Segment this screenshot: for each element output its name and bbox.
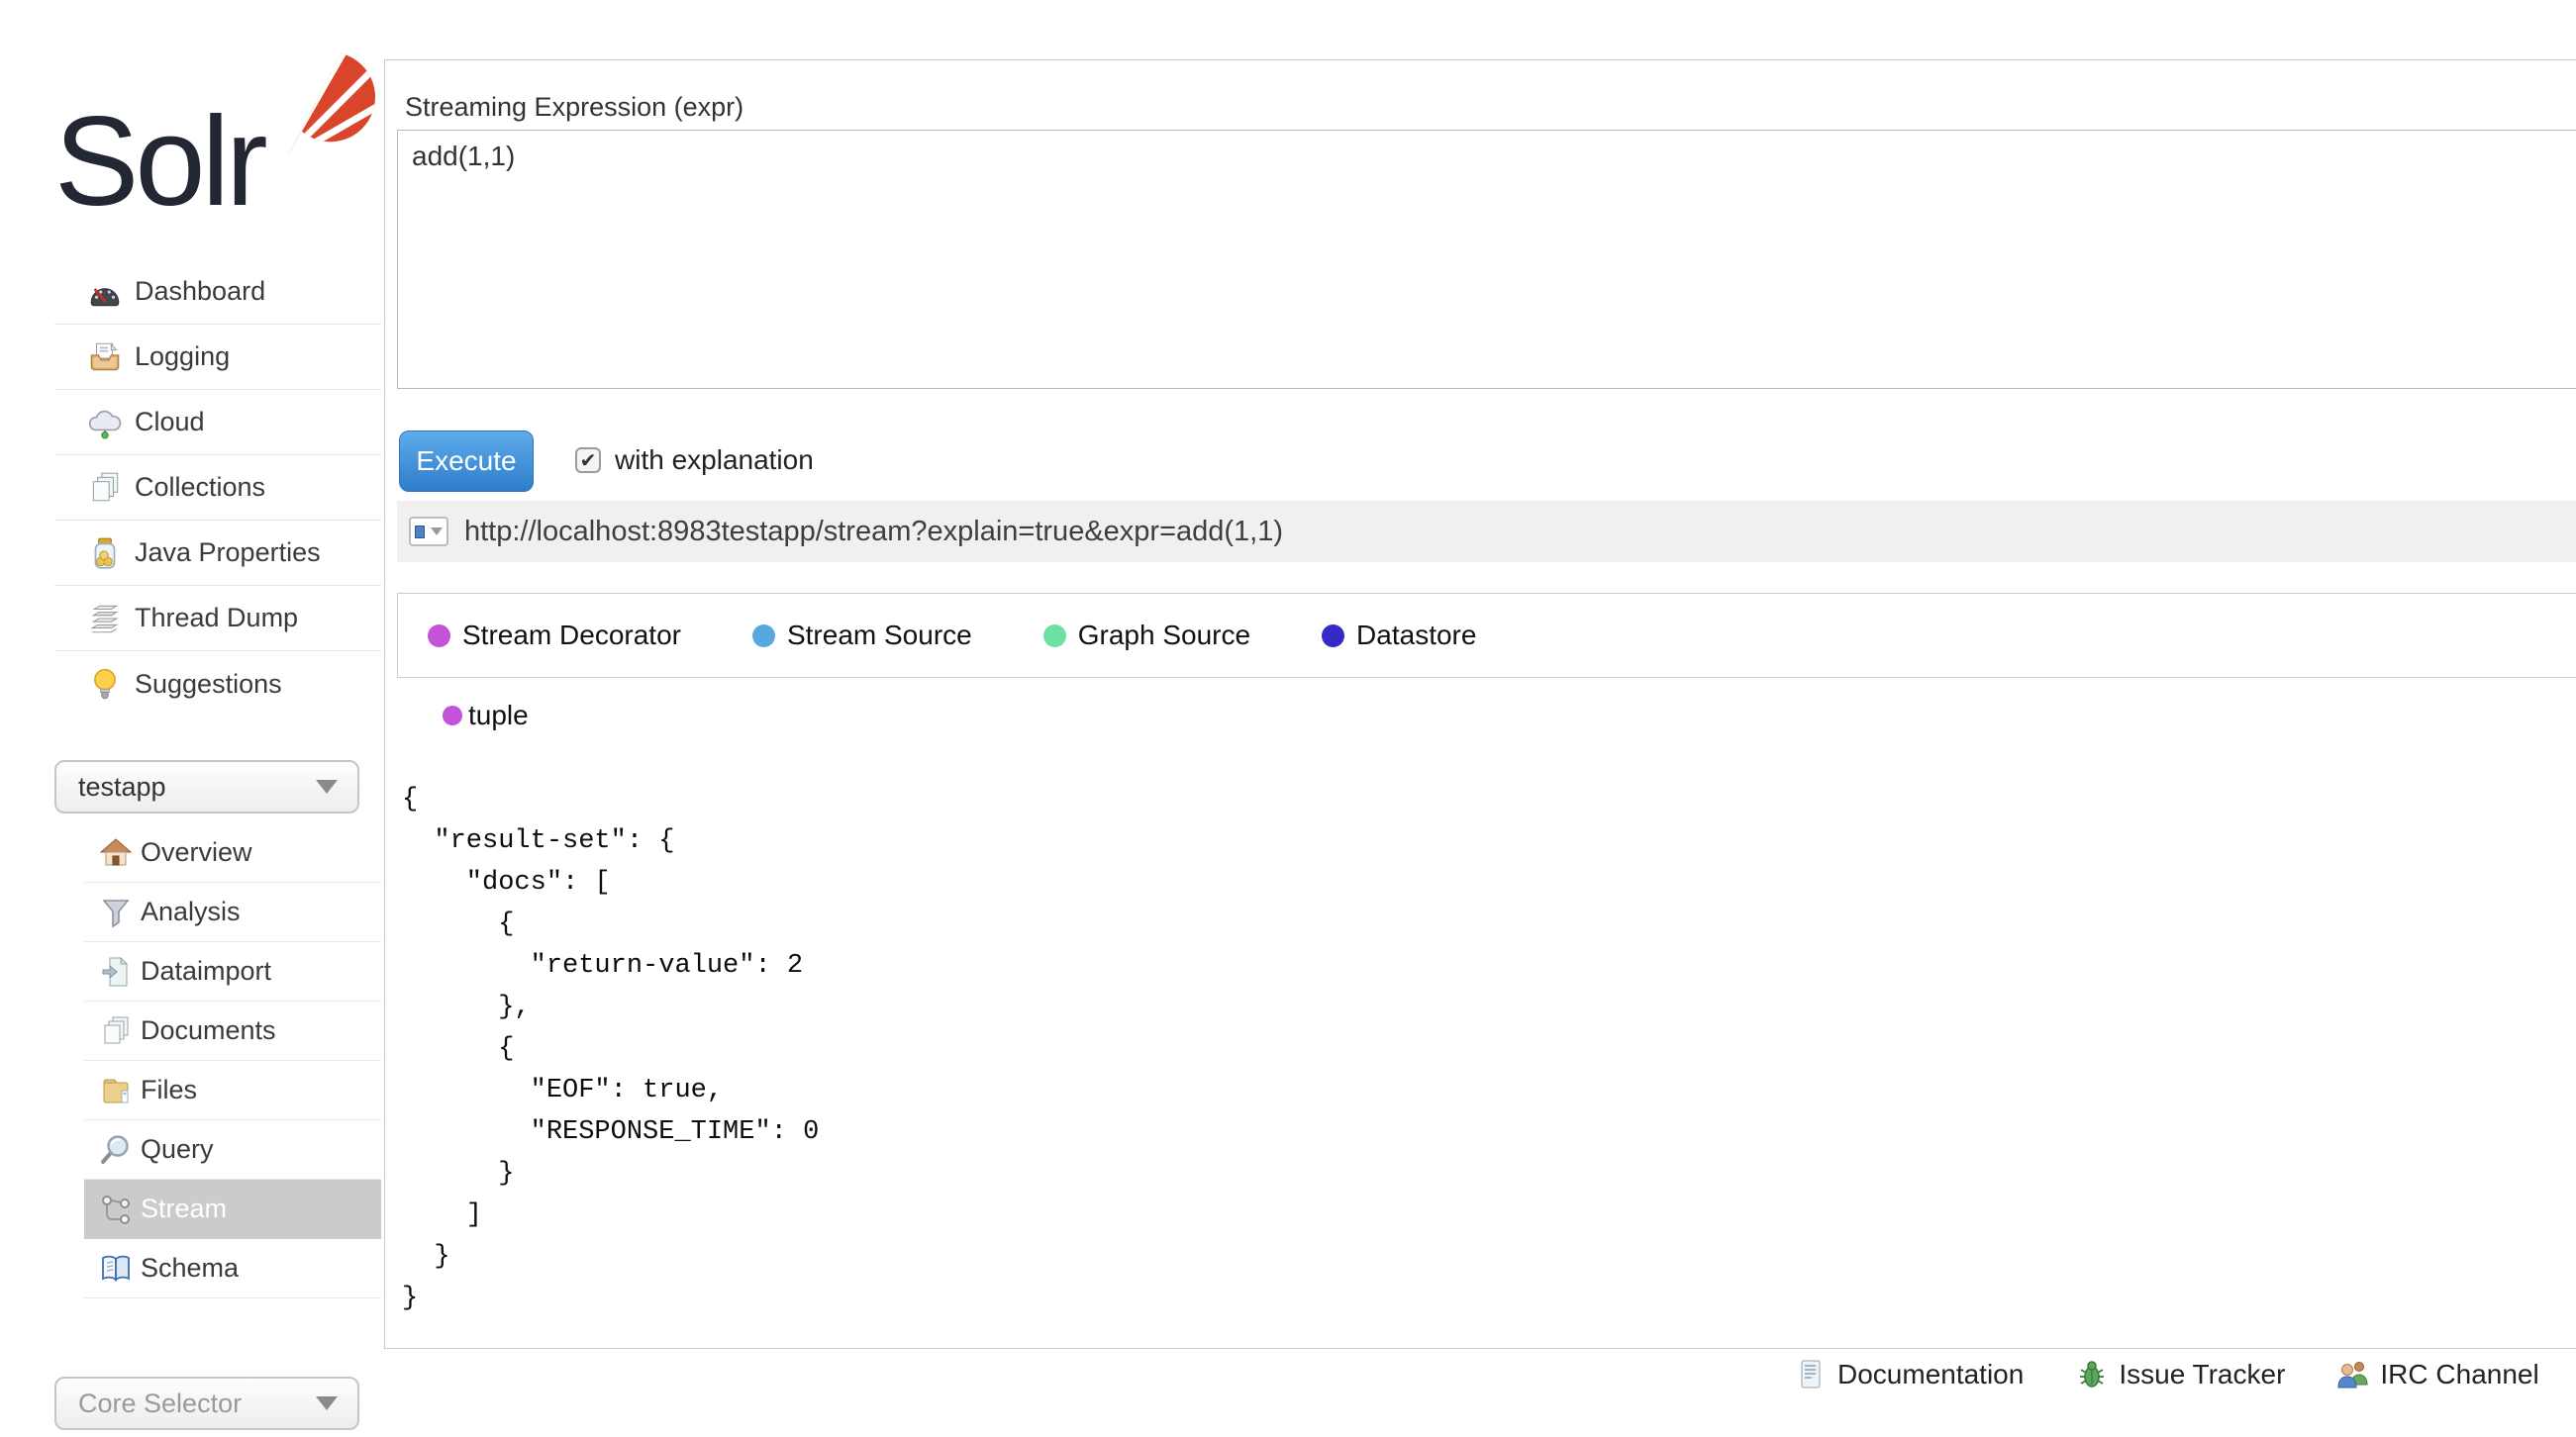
core-menu-item-schema[interactable]: Schema (84, 1239, 381, 1298)
collections-icon (87, 470, 123, 506)
sidebar-item-label: Cloud (135, 407, 205, 437)
explanation-node-label: tuple (468, 700, 529, 731)
core-dropdown-value: testapp (78, 772, 166, 803)
legend-item-graph-source: Graph Source (1043, 620, 1250, 651)
core-dropdown[interactable]: testapp (54, 760, 359, 814)
footer-link-label: Issue Tracker (2119, 1359, 2285, 1390)
sidebar-item-label: Logging (135, 341, 230, 372)
core-selector-dropdown[interactable]: Core Selector (54, 1377, 359, 1430)
schema-icon (99, 1252, 133, 1286)
request-url-bar: http://localhost:8983testapp/stream?expl… (397, 501, 2576, 562)
sidebar-item-label: Java Properties (135, 537, 321, 568)
chevron-down-icon (316, 780, 338, 794)
sidebar-item-java-properties[interactable]: Java Properties (54, 521, 381, 586)
datastore-dot-icon (1322, 624, 1344, 647)
core-selector-label: Core Selector (78, 1389, 242, 1419)
sidebar-item-label: Collections (135, 472, 265, 503)
sidebar-item-dashboard[interactable]: Dashboard (54, 259, 381, 325)
legend-label: Datastore (1356, 620, 1476, 651)
irc-channel-icon (2336, 1358, 2370, 1391)
solr-logo[interactable]: Solr (54, 48, 381, 226)
footer-link-label: IRC Channel (2380, 1359, 2538, 1390)
core-menu-item-overview[interactable]: Overview (84, 823, 381, 883)
sidebar-item-cloud[interactable]: Cloud (54, 390, 381, 455)
sidebar-core-menu: Overview Analysis Dataimport Documents (84, 823, 381, 1298)
core-menu-item-label: Schema (141, 1253, 239, 1284)
analysis-icon (99, 896, 133, 929)
solr-sunburst-icon (280, 48, 397, 164)
query-icon (99, 1133, 133, 1167)
core-menu-item-label: Analysis (141, 897, 241, 927)
solr-logo-text: Solr (54, 89, 264, 235)
core-menu-item-analysis[interactable]: Analysis (84, 883, 381, 942)
legend-label: Graph Source (1078, 620, 1250, 651)
sidebar-item-suggestions[interactable]: Suggestions (54, 651, 381, 717)
thread-dump-icon (87, 601, 123, 636)
dataimport-icon (99, 955, 133, 989)
chevron-down-icon (431, 527, 443, 535)
stream-source-dot-icon (752, 624, 775, 647)
legend-item-datastore: Datastore (1322, 620, 1476, 651)
tuple-dot-icon (443, 706, 462, 725)
core-menu-item-label: Stream (141, 1194, 227, 1224)
expression-input[interactable]: add(1,1) (397, 130, 2576, 389)
legend-item-stream-source: Stream Source (752, 620, 972, 651)
overview-icon (99, 836, 133, 870)
url-icon-square (415, 526, 425, 538)
sidebar-main-menu: Dashboard Logging Cloud Collections (54, 259, 381, 717)
footer-link-documentation[interactable]: Documentation (1794, 1358, 2024, 1391)
sidebar-item-logging[interactable]: Logging (54, 325, 381, 390)
documents-icon (99, 1014, 133, 1048)
core-menu-item-stream[interactable]: Stream (84, 1180, 381, 1239)
with-explanation-label: with explanation (615, 444, 814, 476)
footer-link-label: Documentation (1837, 1359, 2024, 1390)
footer-link-irc-channel[interactable]: IRC Channel (2336, 1358, 2538, 1391)
chevron-down-icon (316, 1396, 338, 1410)
sidebar-item-collections[interactable]: Collections (54, 455, 381, 521)
core-menu-item-label: Files (141, 1075, 197, 1105)
stream-decorator-dot-icon (428, 624, 450, 647)
core-menu-item-label: Documents (141, 1015, 276, 1046)
result-json-output: { "result-set": { "docs": [ { "return-va… (402, 779, 819, 1319)
footer-link-issue-tracker[interactable]: Issue Tracker (2075, 1358, 2285, 1391)
core-menu-item-label: Dataimport (141, 956, 271, 987)
cloud-icon (87, 405, 123, 440)
core-menu-item-files[interactable]: Files (84, 1061, 381, 1120)
with-explanation-option: ✔ with explanation (575, 444, 814, 476)
sidebar-item-thread-dump[interactable]: Thread Dump (54, 586, 381, 651)
expression-label: Streaming Expression (expr) (405, 92, 743, 123)
sidebar-item-label: Dashboard (135, 276, 265, 307)
legend-label: Stream Decorator (462, 620, 681, 651)
stream-panel: Streaming Expression (expr) add(1,1) Exe… (384, 59, 2576, 1349)
stream-legend: Stream Decorator Stream Source Graph Sou… (397, 593, 2576, 678)
footer-links: Documentation Issue Tracker IRC Channel (1794, 1358, 2539, 1391)
explanation-node-tuple[interactable]: tuple (443, 700, 529, 731)
core-menu-item-label: Overview (141, 837, 252, 868)
checkmark-icon: ✔ (580, 448, 597, 473)
execute-button[interactable]: Execute (399, 431, 534, 492)
core-menu-item-query[interactable]: Query (84, 1120, 381, 1180)
with-explanation-checkbox[interactable]: ✔ (575, 447, 601, 473)
logging-icon (87, 339, 123, 375)
legend-item-stream-decorator: Stream Decorator (428, 620, 681, 651)
core-menu-item-dataimport[interactable]: Dataimport (84, 942, 381, 1002)
suggestions-icon (87, 666, 123, 702)
core-menu-item-documents[interactable]: Documents (84, 1002, 381, 1061)
sidebar-item-label: Suggestions (135, 669, 282, 700)
legend-label: Stream Source (787, 620, 972, 651)
files-icon (99, 1074, 133, 1107)
issue-tracker-icon (2075, 1358, 2109, 1391)
dashboard-icon (87, 274, 123, 310)
sidebar-item-label: Thread Dump (135, 603, 298, 633)
documentation-icon (1794, 1358, 1828, 1391)
core-menu-item-label: Query (141, 1134, 214, 1165)
java-properties-icon (87, 535, 123, 571)
stream-icon (99, 1193, 133, 1226)
request-url-link[interactable]: http://localhost:8983testapp/stream?expl… (464, 516, 1283, 548)
graph-source-dot-icon (1043, 624, 1066, 647)
url-dropdown-icon[interactable] (409, 517, 448, 546)
